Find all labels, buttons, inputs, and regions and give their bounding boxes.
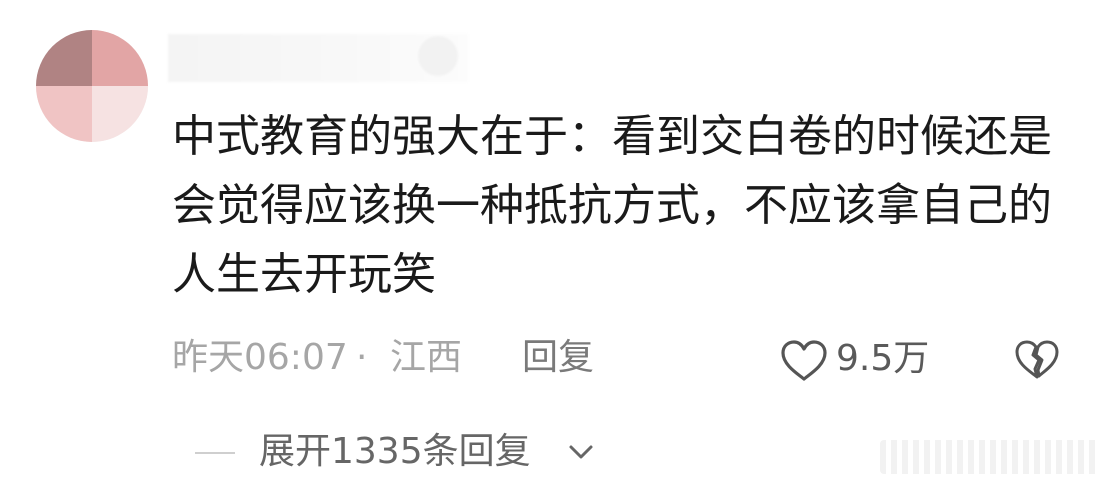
chevron-down-icon[interactable]: [567, 442, 595, 462]
reply-button[interactable]: 回复: [522, 333, 594, 383]
avatar-mosaic-tile: [36, 86, 92, 142]
expand-replies-label[interactable]: 展开1335条回复: [259, 428, 531, 476]
like-count: 9.5万: [836, 338, 930, 379]
heart-outline-icon: [781, 340, 827, 381]
comment-text: 中式教育的强大在于：看到交白卷的时候还是会觉得应该换一种抵抗方式，不应该拿自己的…: [172, 111, 1052, 300]
comment-meta: 昨天06:07 · 江西 回复 9.5万: [172, 333, 1092, 383]
watermark: [880, 440, 1100, 474]
username-redacted[interactable]: [168, 34, 468, 82]
avatar[interactable]: [36, 30, 148, 142]
comment-location: 江西: [390, 337, 463, 378]
meta-separator: ·: [356, 337, 368, 378]
broken-heart-icon: [1015, 340, 1059, 379]
avatar-mosaic-tile: [92, 86, 148, 142]
avatar-mosaic-tile: [92, 30, 148, 86]
expand-replies[interactable]: 展开1335条回复: [195, 428, 645, 476]
comment-time: 昨天06:07: [172, 337, 348, 378]
avatar-mosaic-tile: [36, 30, 92, 86]
redaction-blur: [418, 36, 458, 76]
divider-line: [195, 452, 235, 454]
dislike-button[interactable]: [1014, 339, 1060, 381]
